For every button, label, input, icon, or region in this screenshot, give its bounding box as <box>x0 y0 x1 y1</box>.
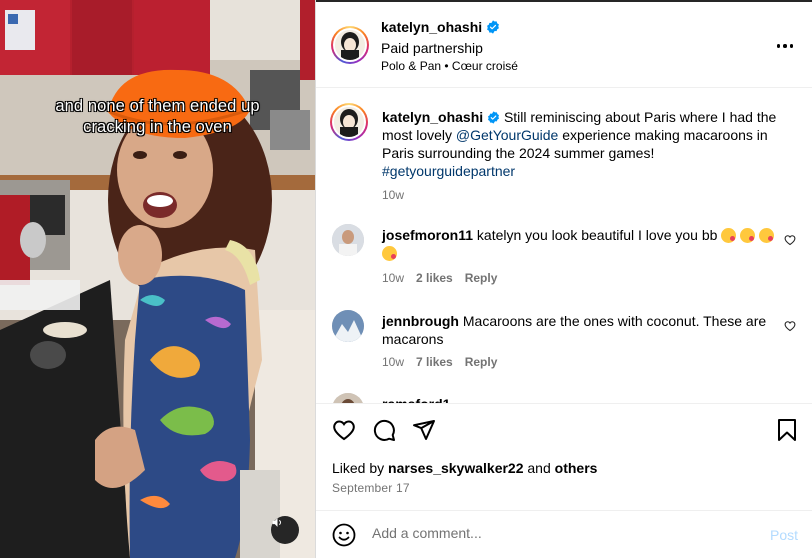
comment-avatar[interactable] <box>332 224 364 256</box>
comment-text: josefmoron11 katelyn you look beautiful … <box>382 226 778 262</box>
audio-track-link[interactable]: Polo & Pan • Cœur croisé <box>381 59 518 73</box>
caption-username[interactable]: katelyn_ohashi <box>382 109 483 125</box>
comment-username[interactable]: josefmoron11 <box>382 227 473 243</box>
comment-avatar[interactable] <box>332 310 364 342</box>
overlay-line-1: and none of them ended up <box>55 97 260 115</box>
post-actions: Liked by narses_skywalker22 and others S… <box>316 403 812 518</box>
post-header: katelyn_ohashi Paid partnership Polo & P… <box>316 2 812 88</box>
liked-by-user[interactable]: narses_skywalker22 <box>388 460 523 476</box>
like-comment-heart-icon[interactable] <box>784 320 796 332</box>
verified-badge-icon <box>488 111 500 124</box>
caption-text: katelyn_ohashi Still reminiscing about P… <box>382 108 796 180</box>
comment-item: ramsford1 <box>332 393 796 403</box>
comment-likes[interactable]: 2 likes <box>416 271 453 285</box>
kiss-emoji-icon <box>759 228 775 243</box>
liked-by-and: and <box>523 460 555 476</box>
comment-body: katelyn you look beautiful I love you bb <box>476 227 718 243</box>
comment-time[interactable]: 10w <box>382 271 404 285</box>
comment-username[interactable]: ramsford1 <box>382 396 450 403</box>
header-username-row: katelyn_ohashi <box>381 19 500 35</box>
post-date[interactable]: September 17 <box>332 481 410 495</box>
overlay-line-2: cracking in the oven <box>83 118 232 136</box>
header-username[interactable]: katelyn_ohashi <box>381 19 482 35</box>
like-comment-heart-icon[interactable] <box>784 234 796 246</box>
caption-hashtag-link[interactable]: #getyourguidepartner <box>382 163 515 179</box>
emoji-icon[interactable] <box>332 523 356 547</box>
bookmark-icon[interactable] <box>776 418 798 442</box>
comment-meta: 10w 7 likes Reply <box>382 355 497 369</box>
post-comment-button[interactable]: Post <box>770 527 798 543</box>
post-details-panel: katelyn_ohashi Paid partnership Polo & P… <box>315 0 812 558</box>
kiss-emoji-icon <box>740 228 756 243</box>
header-avatar[interactable] <box>331 26 369 64</box>
comment-item: jennbrough Macaroons are the ones with c… <box>332 310 796 380</box>
caption-time[interactable]: 10w <box>382 188 404 202</box>
mute-toggle-button[interactable] <box>271 516 299 544</box>
comment-meta: 10w 2 likes Reply <box>382 271 497 285</box>
caption-avatar[interactable] <box>330 103 368 141</box>
share-icon[interactable] <box>412 418 436 442</box>
liked-by-prefix: Liked by <box>332 460 389 476</box>
comment-reply-button[interactable]: Reply <box>465 271 498 285</box>
kiss-emoji-icon <box>382 246 397 261</box>
caption-mention-link[interactable]: @GetYourGuide <box>456 127 558 143</box>
liked-by-text: Liked by narses_skywalker22 and others <box>332 460 597 476</box>
comments-scroll-area[interactable]: katelyn_ohashi Still reminiscing about P… <box>316 90 812 403</box>
comment-text: ramsford1 <box>382 395 778 403</box>
post-video[interactable]: and none of them ended up cracking in th… <box>0 0 315 558</box>
comment-text: jennbrough Macaroons are the ones with c… <box>382 312 778 348</box>
comment-username[interactable]: jennbrough <box>382 313 459 329</box>
more-options-button[interactable] <box>775 36 795 56</box>
liked-by-others[interactable]: others <box>555 460 598 476</box>
caption-meta: 10w <box>382 188 404 202</box>
video-text-overlay: and none of them ended up cracking in th… <box>0 96 315 138</box>
paid-partnership-label[interactable]: Paid partnership <box>381 40 483 56</box>
more-icon <box>776 44 781 48</box>
speaker-icon <box>272 518 281 527</box>
verified-badge-icon <box>487 20 500 34</box>
kiss-emoji-icon <box>721 228 737 243</box>
comment-composer: Post <box>316 510 812 558</box>
comment-avatar[interactable] <box>332 393 364 403</box>
comment-icon[interactable] <box>372 418 396 442</box>
video-frame-illustration <box>0 0 315 558</box>
comment-item: josefmoron11 katelyn you look beautiful … <box>332 224 796 294</box>
comment-time[interactable]: 10w <box>382 355 404 369</box>
comment-input[interactable] <box>372 525 752 541</box>
post-caption: katelyn_ohashi Still reminiscing about P… <box>330 102 796 202</box>
heart-icon[interactable] <box>332 418 356 442</box>
comment-likes[interactable]: 7 likes <box>416 355 453 369</box>
comment-reply-button[interactable]: Reply <box>465 355 498 369</box>
